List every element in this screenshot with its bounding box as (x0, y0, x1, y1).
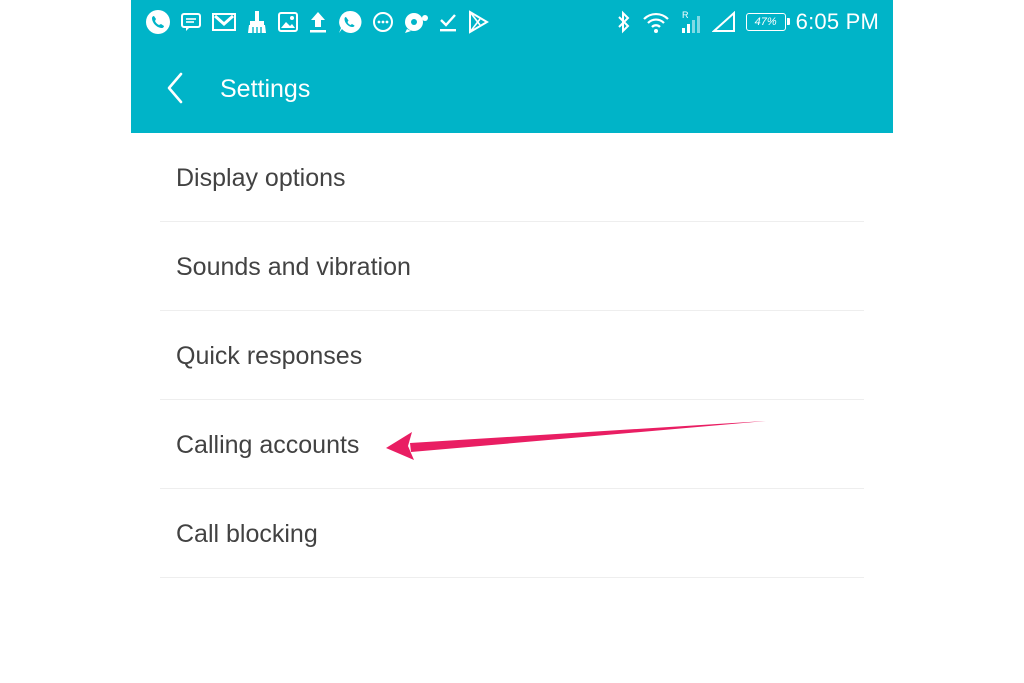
system-indicators: R 47% 6:05 PM (616, 8, 879, 36)
gallery-icon (277, 11, 299, 33)
roaming-signal-icon: R (680, 9, 702, 35)
setting-label: Calling accounts (176, 431, 360, 459)
page-title: Settings (220, 75, 311, 103)
gmail-icon (211, 11, 237, 33)
notification-icon (403, 10, 429, 34)
chevron-left-icon (167, 72, 183, 104)
bluetooth-icon (616, 10, 632, 34)
download-done-icon (438, 11, 458, 33)
back-button[interactable] (157, 68, 193, 108)
status-clock: 6:05 PM (795, 9, 879, 34)
setting-quick-responses[interactable]: Quick responses (160, 311, 864, 400)
setting-sounds-and-vibration[interactable]: Sounds and vibration (160, 222, 864, 311)
setting-label: Display options (176, 164, 346, 192)
app-bar: R 47% 6:05 PM Settings (131, 0, 893, 133)
setting-label: Call blocking (176, 520, 318, 548)
whatsapp-call-icon (145, 9, 171, 35)
phone-screen: R 47% 6:05 PM Settings Display options S… (131, 0, 893, 683)
battery-icon: 47% (745, 13, 790, 31)
notification-icons (145, 9, 489, 35)
setting-display-options[interactable]: Display options (160, 133, 864, 222)
whatsapp-icon (337, 9, 363, 35)
message-icon (180, 11, 202, 33)
upload-icon (308, 10, 328, 34)
screenshot-stage: R 47% 6:05 PM Settings Display options S… (0, 0, 1024, 683)
setting-calling-accounts[interactable]: Calling accounts (160, 400, 864, 489)
cleaner-icon (246, 10, 268, 34)
battery-percent: 47% (754, 16, 777, 28)
play-store-icon (467, 10, 489, 34)
cellular-signal-icon (711, 11, 736, 33)
svg-text:R: R (682, 10, 689, 20)
wifi-icon (642, 10, 670, 34)
setting-label: Quick responses (176, 342, 363, 370)
chat-icon (372, 11, 394, 33)
toolbar: Settings (131, 44, 893, 133)
setting-label: Sounds and vibration (176, 253, 411, 281)
status-bar: R 47% 6:05 PM (131, 0, 893, 44)
setting-call-blocking[interactable]: Call blocking (160, 489, 864, 578)
settings-list: Display options Sounds and vibration Qui… (160, 133, 864, 578)
